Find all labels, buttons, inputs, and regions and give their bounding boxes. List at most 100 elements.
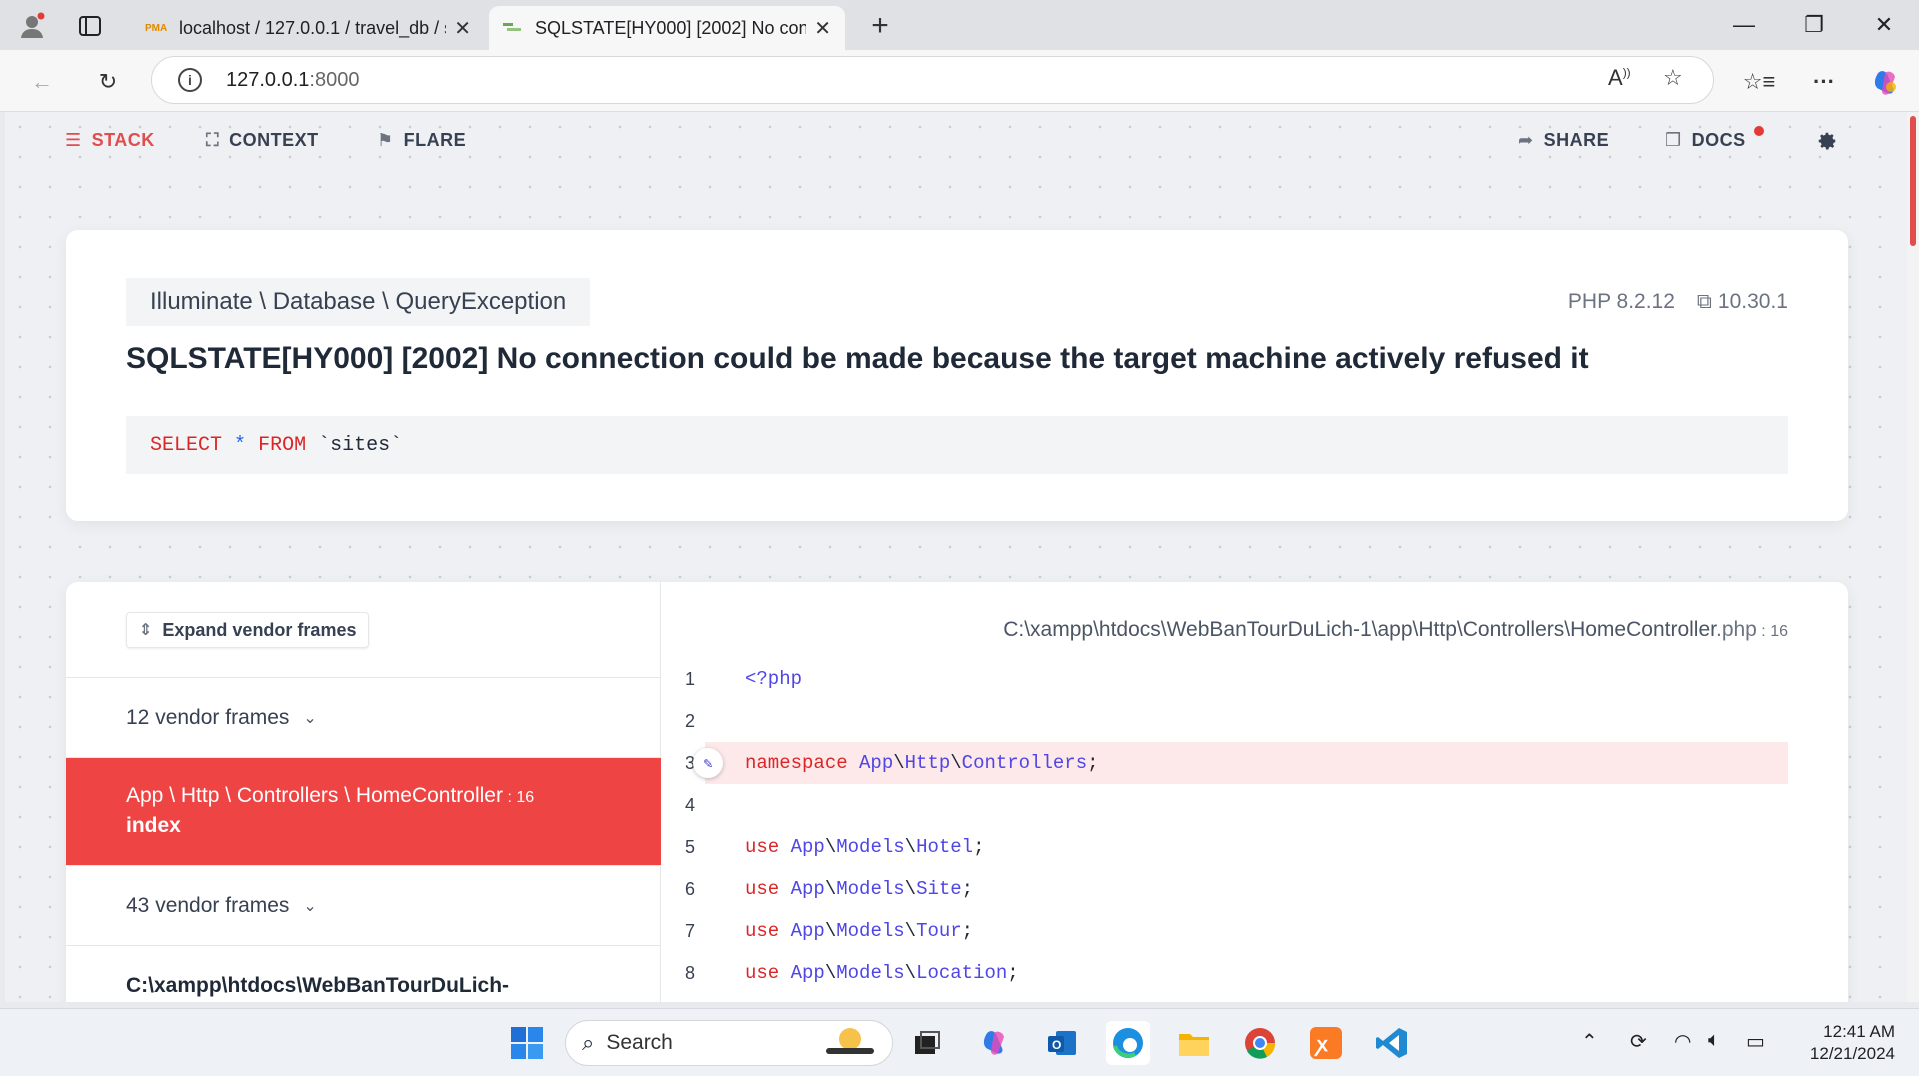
- close-tab-icon[interactable]: ✕: [814, 16, 831, 41]
- favorite-star-icon[interactable]: ☆: [1663, 65, 1683, 91]
- stack-icon: ☰: [65, 130, 82, 150]
- line-number[interactable]: 6: [685, 879, 715, 900]
- exception-class[interactable]: Illuminate \ Database \ QueryException: [126, 278, 591, 326]
- line-number[interactable]: 7: [685, 921, 715, 942]
- code-text: use App\Models\Location;: [745, 962, 1019, 984]
- svg-text:O: O: [1052, 1038, 1061, 1052]
- laravel-version: ⧉ 10.30.1: [1696, 290, 1788, 313]
- reload-icon[interactable]: ↻: [88, 62, 128, 102]
- edge-browser-icon[interactable]: [1106, 1021, 1150, 1065]
- read-aloud-icon[interactable]: A)): [1608, 65, 1631, 91]
- selected-frame[interactable]: App \ Http \ Controllers \ HomeControlle…: [66, 757, 661, 865]
- more-menu-icon[interactable]: ···: [1804, 62, 1844, 102]
- wifi-icon[interactable]: ◠: [1674, 1029, 1691, 1054]
- line-number[interactable]: 8: [685, 963, 715, 984]
- version-info: PHP 8.2.12 ⧉ 10.30.1: [1568, 290, 1788, 314]
- code-line: 4: [661, 784, 1788, 826]
- tab-phpmyadmin[interactable]: PMA localhost / 127.0.0.1 / travel_db / …: [131, 6, 485, 50]
- close-tab-icon[interactable]: ✕: [454, 16, 471, 41]
- vscode-icon[interactable]: [1370, 1021, 1414, 1065]
- task-view-icon[interactable]: [905, 1021, 949, 1065]
- favorites-icon[interactable]: ☆≡: [1739, 62, 1779, 102]
- nav-stack[interactable]: ☰ STACK: [65, 130, 155, 151]
- close-window-icon[interactable]: ✕: [1849, 0, 1919, 50]
- tray-overflow-icon[interactable]: ⌃: [1581, 1029, 1598, 1054]
- system-clock[interactable]: 12:41 AM 12/21/2024: [1810, 1021, 1895, 1065]
- settings-icon[interactable]: [1816, 130, 1838, 152]
- line-number[interactable]: 2: [685, 711, 715, 732]
- nav-flare[interactable]: ⚑ FLARE: [377, 130, 466, 151]
- chevron-down-icon: ⌄: [303, 709, 317, 727]
- stack-trace-card: ⇕ Expand vendor frames 12 vendor frames ⌄ …: [66, 582, 1848, 1002]
- search-highlight-icon: [822, 1024, 878, 1063]
- code-line: 8 use App\Models\Location;: [661, 952, 1788, 994]
- docs-icon: ❒: [1665, 130, 1682, 150]
- search-icon: ⌕: [582, 1030, 595, 1055]
- nav-share[interactable]: ➦ SHARE: [1518, 130, 1609, 151]
- volume-icon[interactable]: 🔈︎: [1708, 1029, 1720, 1052]
- battery-icon[interactable]: ▭: [1746, 1029, 1765, 1054]
- copilot-app-icon[interactable]: [974, 1021, 1018, 1065]
- context-icon: ⛶: [206, 130, 220, 150]
- vendor-frames-group[interactable]: 12 vendor frames ⌄: [66, 677, 661, 757]
- nav-docs[interactable]: ❒ DOCS: [1665, 130, 1746, 151]
- page-scrollbar[interactable]: [1907, 112, 1919, 1002]
- expand-icon: ⇕: [139, 622, 153, 639]
- tab-error-page[interactable]: SQLSTATE[HY000] [2002] No conn ✕: [489, 6, 845, 50]
- sql-query: SELECT * FROM `sites`: [126, 416, 1788, 474]
- taskbar-search[interactable]: ⌕ Search: [565, 1020, 893, 1066]
- expand-vendor-frames-button[interactable]: ⇕ Expand vendor frames: [126, 612, 370, 648]
- code-line: 6 use App\Models\Site;: [661, 868, 1788, 910]
- edit-pencil-icon[interactable]: ✎: [693, 748, 723, 778]
- outlook-icon[interactable]: O: [1040, 1021, 1084, 1065]
- browser-toolbar: ← ↻ i 127.0.0.1:8000 A)) ☆ ☆≡ ···: [0, 50, 1919, 112]
- back-icon[interactable]: ←: [22, 62, 62, 102]
- file-path[interactable]: C:\xampp\htdocs\WebBanTourDuLich-1\app\H…: [1003, 618, 1788, 642]
- phpmyadmin-icon: PMA: [145, 22, 168, 34]
- code-line: 7 use App\Models\Tour;: [661, 910, 1788, 952]
- code-text: use App\Models\Hotel;: [745, 836, 985, 858]
- docs-notification-dot: [1754, 126, 1764, 136]
- code-line: 1 <?php: [661, 658, 1788, 700]
- line-number[interactable]: 1: [685, 669, 715, 690]
- share-icon: ➦: [1518, 130, 1534, 150]
- tab-actions-icon[interactable]: [72, 8, 108, 44]
- profile-icon[interactable]: [14, 8, 50, 44]
- error-message: SQLSTATE[HY000] [2002] No connection cou…: [126, 342, 1589, 375]
- copilot-icon[interactable]: [1866, 62, 1906, 102]
- restore-icon[interactable]: ❐: [1779, 0, 1849, 50]
- site-info-icon[interactable]: i: [178, 68, 202, 92]
- laravel-icon: ⧉: [1696, 290, 1712, 313]
- error-summary-card: Illuminate \ Database \ QueryException P…: [66, 230, 1848, 521]
- windows-start-icon[interactable]: [505, 1021, 549, 1065]
- sync-icon[interactable]: ⟳: [1630, 1029, 1647, 1054]
- code-text: use App\Models\Site;: [745, 878, 974, 900]
- xampp-icon[interactable]: ꭗ: [1304, 1021, 1348, 1065]
- file-explorer-icon[interactable]: [1172, 1021, 1216, 1065]
- code-text: <?php: [745, 668, 803, 690]
- flare-icon: ⚑: [377, 130, 394, 150]
- tab-title: localhost / 127.0.0.1 / travel_db / s: [179, 17, 447, 38]
- windows-taskbar: ⌕ Search O ꭗ ⌃ ⟳ ◠ 🔈︎ ▭ 12:41 AM 12/21/2…: [0, 1008, 1919, 1076]
- minimize-icon[interactable]: —: [1709, 0, 1779, 50]
- url-text: 127.0.0.1:8000: [226, 68, 360, 91]
- code-line: 2: [661, 700, 1788, 742]
- frame-path[interactable]: C:\xampp\htdocs\WebBanTourDuLich-: [66, 945, 661, 1002]
- scrollbar-thumb[interactable]: [1910, 116, 1916, 246]
- php-version: PHP 8.2.12: [1567, 290, 1675, 313]
- nav-context[interactable]: ⛶ CONTEXT: [206, 130, 319, 151]
- chrome-icon[interactable]: [1238, 1021, 1282, 1065]
- address-bar[interactable]: i 127.0.0.1:8000 A)) ☆: [151, 56, 1714, 104]
- code-text: namespace App\Http\Controllers;: [745, 752, 1099, 774]
- code-text: use App\Models\Tour;: [745, 920, 974, 942]
- ignition-nav: ☰ STACK ⛶ CONTEXT ⚑ FLARE ➦ SHARE ❒ DOCS: [5, 112, 1907, 170]
- line-number[interactable]: 4: [685, 795, 715, 816]
- laravel-ignition-icon: [503, 18, 525, 39]
- tab-title: SQLSTATE[HY000] [2002] No conn: [535, 17, 807, 38]
- vendor-frames-group[interactable]: 43 vendor frames ⌄: [66, 865, 661, 945]
- code-line: 5 use App\Models\Hotel;: [661, 826, 1788, 868]
- line-number[interactable]: 5: [685, 837, 715, 858]
- error-page: ☰ STACK ⛶ CONTEXT ⚑ FLARE ➦ SHARE ❒ DOCS Illu…: [5, 112, 1907, 1002]
- new-tab-icon[interactable]: +: [862, 8, 898, 44]
- code-line-highlighted: 3 ✎ namespace App\Http\Controllers;: [685, 742, 1788, 784]
